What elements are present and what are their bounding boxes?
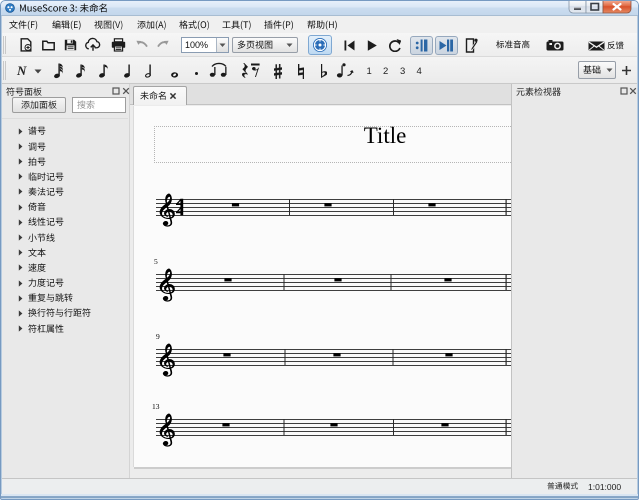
svg-text:5: 5 <box>154 257 158 266</box>
svg-text:13: 13 <box>152 402 160 411</box>
svg-text:9: 9 <box>156 332 160 341</box>
